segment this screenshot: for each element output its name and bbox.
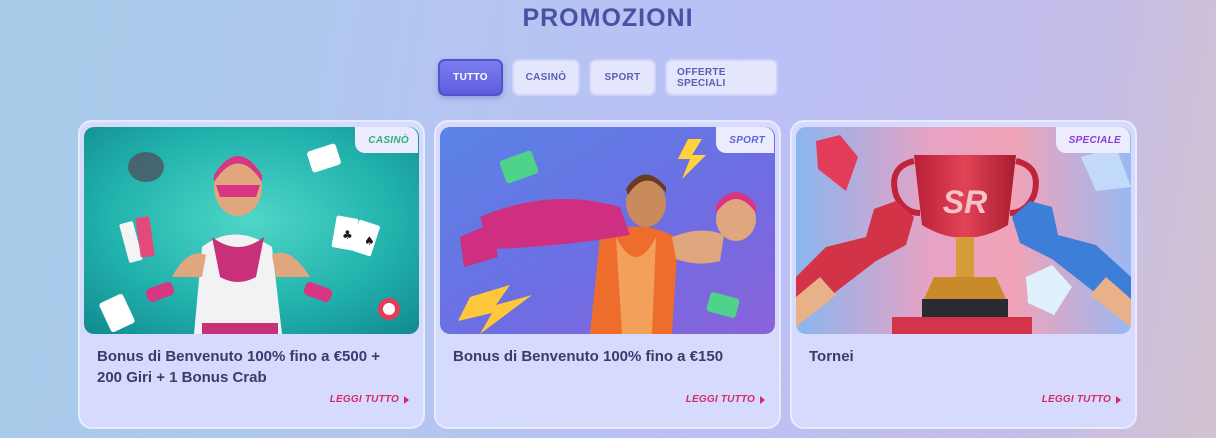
- read-more-label: LEGGI TUTTO: [329, 394, 399, 405]
- filter-offerte-speciali[interactable]: OFFERTE SPECIALI: [665, 59, 778, 96]
- promo-card-list: ♣ ♠ CASINÒ Bonus di Benvenuto 100% fino …: [78, 120, 1137, 429]
- promo-card-casino[interactable]: ♣ ♠ CASINÒ Bonus di Benvenuto 100% fino …: [78, 120, 425, 429]
- read-more-link[interactable]: LEGGI TUTTO: [686, 394, 765, 405]
- trophy-logo-text: SR: [943, 184, 987, 220]
- sport-promo-image: [440, 127, 775, 334]
- read-more-label: LEGGI TUTTO: [685, 394, 755, 405]
- category-badge-sport: SPORT: [716, 127, 774, 153]
- svg-text:♣: ♣: [342, 228, 353, 242]
- promo-title: Bonus di Benvenuto 100% fino a €500 + 20…: [97, 348, 380, 386]
- page-title: PROMOZIONI: [522, 4, 694, 32]
- casino-promo-image: ♣ ♠: [84, 127, 419, 334]
- read-more-link[interactable]: LEGGI TUTTO: [1042, 394, 1121, 405]
- filter-sport[interactable]: SPORT: [589, 59, 656, 96]
- filter-casino[interactable]: CASINÒ: [512, 59, 580, 96]
- category-badge-casino: CASINÒ: [355, 127, 418, 153]
- promo-title: Tornei: [809, 348, 854, 365]
- promo-filter-bar: TUTTO CASINÒ SPORT OFFERTE SPECIALI: [0, 59, 1216, 96]
- category-badge-speciale: SPECIALE: [1055, 127, 1130, 153]
- arrow-right-icon: [760, 395, 765, 404]
- read-more-label: LEGGI TUTTO: [1041, 394, 1111, 405]
- arrow-right-icon: [404, 395, 409, 404]
- promo-card-sport[interactable]: SPORT Bonus di Benvenuto 100% fino a €15…: [434, 120, 781, 429]
- arrow-right-icon: [1116, 395, 1121, 404]
- svg-text:♠: ♠: [364, 234, 375, 248]
- tournament-promo-image: SR: [796, 127, 1131, 334]
- read-more-link[interactable]: LEGGI TUTTO: [330, 394, 409, 405]
- filter-tutto[interactable]: TUTTO: [438, 59, 503, 96]
- promo-card-special[interactable]: SR SPECIALE Tornei LEGGI TUTTO: [790, 120, 1137, 429]
- promo-title: Bonus di Benvenuto 100% fino a €150: [453, 348, 724, 365]
